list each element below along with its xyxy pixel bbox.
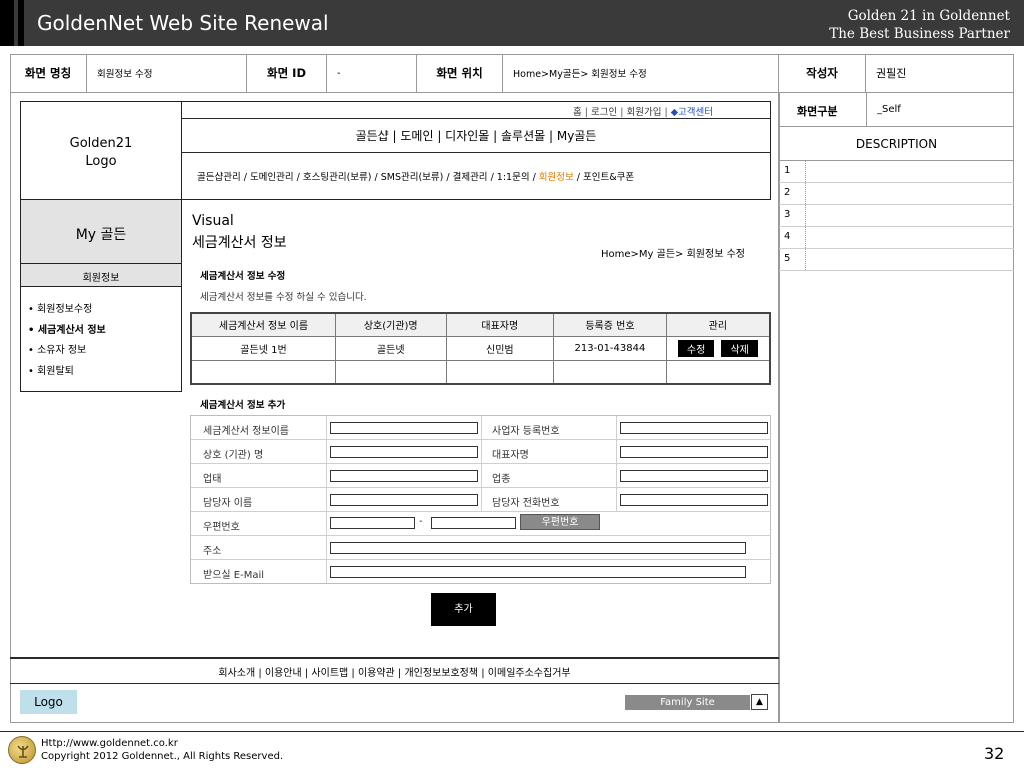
goldennet-emblem-icon — [8, 736, 36, 764]
slide-subtitle-1: Golden 21 in Goldennet — [847, 8, 1010, 24]
sidebar-item-owner-info[interactable]: • 소유자 정보 — [28, 341, 86, 356]
description-row: 3 — [779, 205, 1014, 227]
cell-ceo: 신민범 — [445, 335, 555, 361]
meta-screen-loc-label: 화면 위치 — [417, 54, 503, 92]
form-row: 상호 (기관) 명 대표자명 — [191, 440, 771, 464]
form-row: 우편번호 - 우편번호 — [191, 512, 771, 536]
biz-type-input[interactable] — [330, 470, 478, 482]
ceo-input[interactable] — [620, 446, 768, 458]
page-number: 32 — [984, 744, 1005, 763]
col-reg-no: 등록증 번호 — [553, 312, 667, 337]
manager-input[interactable] — [330, 494, 478, 506]
meta-screen-name-value: 회원정보 수정 — [87, 54, 247, 92]
meta-screen-loc-value: Home>My골든> 회원정보 수정 — [503, 54, 779, 92]
slide-title: GoldenNet Web Site Renewal — [37, 11, 329, 35]
table-header-row: 세금계산서 정보 이름 상호(기관)명 대표자명 등록증 번호 관리 — [190, 312, 771, 337]
util-home-link[interactable]: 홈 — [573, 107, 582, 118]
tax-info-table: 세금계산서 정보 이름 상호(기관)명 대표자명 등록증 번호 관리 골든넷 1… — [190, 312, 771, 385]
manager-phone-input[interactable] — [620, 494, 768, 506]
zip-input-1[interactable] — [330, 517, 415, 529]
col-ceo: 대표자명 — [445, 312, 555, 337]
sidebar-section-title: 회원정보 — [20, 263, 182, 287]
form-row: 주소 — [191, 536, 771, 560]
company-input[interactable] — [330, 446, 478, 458]
description-row: 2 — [779, 183, 1014, 205]
family-site-select[interactable]: Family Site — [625, 695, 750, 710]
email-input[interactable] — [330, 566, 746, 578]
form-row: 담당자 이름 담당자 전화번호 — [191, 488, 771, 512]
sidebar-item-tax-info[interactable]: • 세금계산서 정보 — [28, 321, 106, 336]
footer-logo: Logo — [20, 690, 77, 714]
meta-author-value: 권필진 — [876, 67, 907, 80]
sidebar-item-withdraw[interactable]: • 회원탈퇴 — [28, 362, 74, 377]
tax-add-heading: 세금계산서 정보 추가 — [200, 400, 286, 411]
zip-input-2[interactable] — [431, 517, 516, 529]
cell-manage: 수정 삭제 — [665, 335, 771, 361]
my-golden-title: My 골든 — [20, 199, 182, 264]
family-site-arrow-icon[interactable]: ▲ — [751, 694, 768, 710]
description-title: DESCRIPTION — [855, 137, 938, 151]
info-name-input[interactable] — [330, 422, 478, 434]
col-manage: 관리 — [665, 312, 771, 337]
form-row: 받으실 E-Mail — [191, 560, 771, 584]
form-row: 업태 업종 — [191, 464, 771, 488]
address-input[interactable] — [330, 542, 746, 554]
util-login-link[interactable]: 로그인 — [591, 107, 617, 118]
table-row — [190, 359, 771, 385]
cell-reg-no: 213-01-43844 — [553, 335, 667, 361]
local-nav-active[interactable]: 회원정보 — [539, 172, 574, 183]
site-logo[interactable]: Golden21 Logo — [20, 101, 182, 200]
sidebar-item-member-edit[interactable]: • 회원정보수정 — [28, 300, 92, 315]
screen-type-value: _Self — [877, 104, 901, 115]
delete-button[interactable]: 삭제 — [721, 339, 758, 357]
global-nav[interactable]: 골든샵 | 도메인 | 디자인몰 | 솔루션몰 | My골든 — [181, 127, 771, 144]
screen-type-label: 화면구분 — [797, 105, 838, 118]
description-row: 5 — [779, 249, 1014, 271]
biz-item-input[interactable] — [620, 470, 768, 482]
page-heading: 세금계산서 정보 — [192, 235, 287, 251]
footer-copyright: Copyright 2012 Goldennet., All Rights Re… — [41, 751, 284, 762]
visual-label: Visual — [192, 213, 234, 229]
util-customer-link[interactable]: ◆고객센터 — [671, 107, 713, 118]
zip-separator: - — [419, 516, 423, 527]
biz-no-input[interactable] — [620, 422, 768, 434]
slide-subtitle-2: The Best Business Partner — [829, 26, 1010, 42]
table-row: 골든넷 1번 골든넷 신민범 213-01-43844 수정 삭제 — [190, 335, 771, 361]
description-row: 4 — [779, 227, 1014, 249]
slide-header: GoldenNet Web Site Renewal Golden 21 in … — [0, 0, 1024, 46]
meta-author-label: 작성자 — [779, 54, 866, 92]
meta-screen-id-value: - — [327, 54, 417, 92]
utility-nav: 홈 | 로그인 | 회원가입 | ◆고객센터 — [573, 107, 714, 118]
meta-screen-name-label: 화면 명칭 — [10, 54, 87, 92]
footer-links[interactable]: 회사소개 | 이용안내 | 사이트맵 | 이용약관 | 개인정보보호정책 | 이… — [10, 664, 779, 679]
zip-search-button[interactable]: 우편번호 — [520, 514, 600, 530]
add-button[interactable]: 추가 — [431, 593, 496, 626]
cell-company: 골든넷 — [334, 335, 447, 361]
form-row: 세금계산서 정보이름 사업자 등록번호 — [191, 416, 771, 440]
col-info-name: 세금계산서 정보 이름 — [190, 312, 336, 337]
meta-screen-id-label: 화면 ID — [247, 54, 327, 92]
util-join-link[interactable]: 회원가입 — [627, 107, 662, 118]
cell-info-name: 골든넷 1번 — [190, 335, 336, 361]
tax-edit-heading: 세금계산서 정보 수정 — [200, 271, 286, 282]
edit-button[interactable]: 수정 — [677, 339, 715, 357]
description-row: 1 — [779, 161, 1014, 183]
tax-edit-desc: 세금계산서 정보를 수정 하실 수 있습니다. — [200, 292, 367, 303]
breadcrumb: Home>My 골든> 회원정보 수정 — [601, 249, 745, 260]
col-company: 상호(기관)명 — [334, 312, 447, 337]
footer-url[interactable]: Http://www.goldennet.co.kr — [41, 738, 178, 749]
local-nav[interactable]: 골든샵관리 / 도메인관리 / 호스팅관리(보류) / SMS관리(보류) / … — [197, 169, 634, 183]
